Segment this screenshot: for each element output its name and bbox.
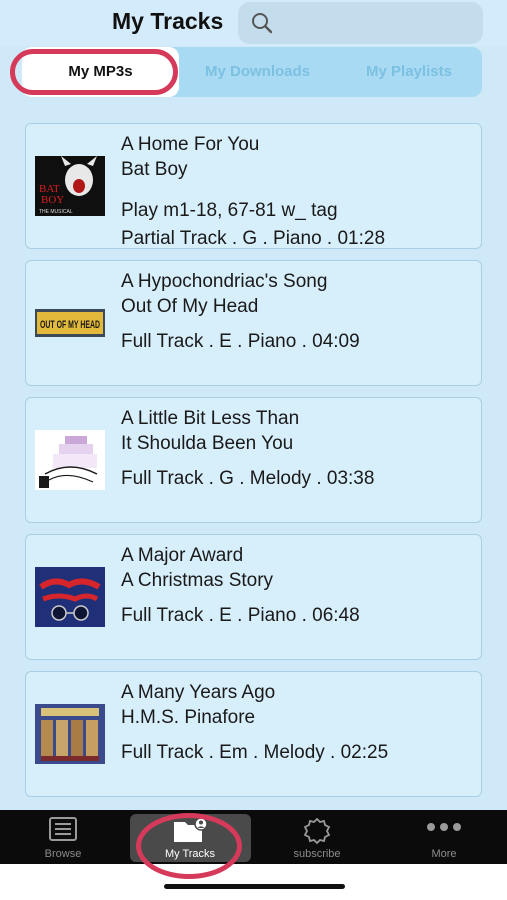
tab-browse[interactable]: Browse xyxy=(0,810,126,864)
album-art-out-of-my-head: OUT OF MY HEAD xyxy=(35,293,105,353)
track-title: A Hypochondriac's Song xyxy=(121,271,328,292)
track-meta: Full Track . E . Piano . 04:09 xyxy=(121,331,360,352)
tab-bar: Browse My Tracks subscribe More xyxy=(0,810,507,864)
more-dots-icon xyxy=(427,823,461,831)
track-card[interactable]: OUT OF MY HEAD A Hypochondriac's Song Ou… xyxy=(25,260,482,386)
track-meta: Full Track . G . Melody . 03:38 xyxy=(121,468,375,489)
tab-my-downloads[interactable]: My Downloads xyxy=(179,47,336,97)
album-art-hms-pinafore xyxy=(35,704,105,764)
search-icon xyxy=(252,13,273,34)
svg-text:BOY: BOY xyxy=(41,194,64,206)
svg-text:THE MUSICAL: THE MUSICAL xyxy=(39,209,73,215)
tab-more[interactable]: More xyxy=(381,810,507,864)
track-card[interactable]: A Major Award A Christmas Story Full Tra… xyxy=(25,534,482,660)
tab-subscribe-label: subscribe xyxy=(293,848,341,860)
highlight-callout xyxy=(10,49,178,95)
track-show: A Christmas Story xyxy=(121,570,274,591)
out-of-my-head-logo-text: OUT OF MY HEAD xyxy=(40,319,100,331)
track-meta: Partial Track . G . Piano . 01:28 xyxy=(121,228,386,249)
track-title: A Home For You xyxy=(121,134,260,155)
track-title: A Many Years Ago xyxy=(121,682,276,703)
tab-browse-label: Browse xyxy=(44,848,82,860)
track-title: A Little Bit Less Than xyxy=(121,408,300,429)
album-art-a-christmas-story xyxy=(35,567,105,627)
header: My Tracks xyxy=(0,0,507,46)
track-show: Out Of My Head xyxy=(121,296,259,317)
page-title: My Tracks xyxy=(112,8,224,34)
home-indicator[interactable] xyxy=(164,884,345,889)
highlight-callout xyxy=(136,813,242,879)
track-title: A Major Award xyxy=(121,545,244,566)
search-input[interactable] xyxy=(238,2,483,44)
tab-my-playlists[interactable]: My Playlists xyxy=(336,47,482,97)
list-icon xyxy=(49,817,77,841)
track-card[interactable]: A Little Bit Less Than It Shoulda Been Y… xyxy=(25,397,482,523)
track-show: H.M.S. Pinafore xyxy=(121,707,256,728)
tab-more-label: More xyxy=(431,848,457,860)
track-show: Bat Boy xyxy=(121,159,188,180)
album-art-bat-boy: BAT BOY THE MUSICAL xyxy=(35,156,105,216)
home-area xyxy=(0,864,507,900)
track-note: Play m1-18, 67-81 w_ tag xyxy=(121,200,338,221)
track-meta: Full Track . E . Piano . 06:48 xyxy=(121,605,360,626)
track-card[interactable]: BAT BOY THE MUSICAL A Home For You Bat B… xyxy=(25,123,482,249)
track-card[interactable]: A Many Years Ago H.M.S. Pinafore Full Tr… xyxy=(25,671,482,797)
album-art-it-shoulda-been-you xyxy=(35,430,105,490)
badge-icon xyxy=(303,817,331,845)
tab-subscribe[interactable]: subscribe xyxy=(254,810,380,864)
track-meta: Full Track . Em . Melody . 02:25 xyxy=(121,742,389,763)
track-show: It Shoulda Been You xyxy=(121,433,294,454)
